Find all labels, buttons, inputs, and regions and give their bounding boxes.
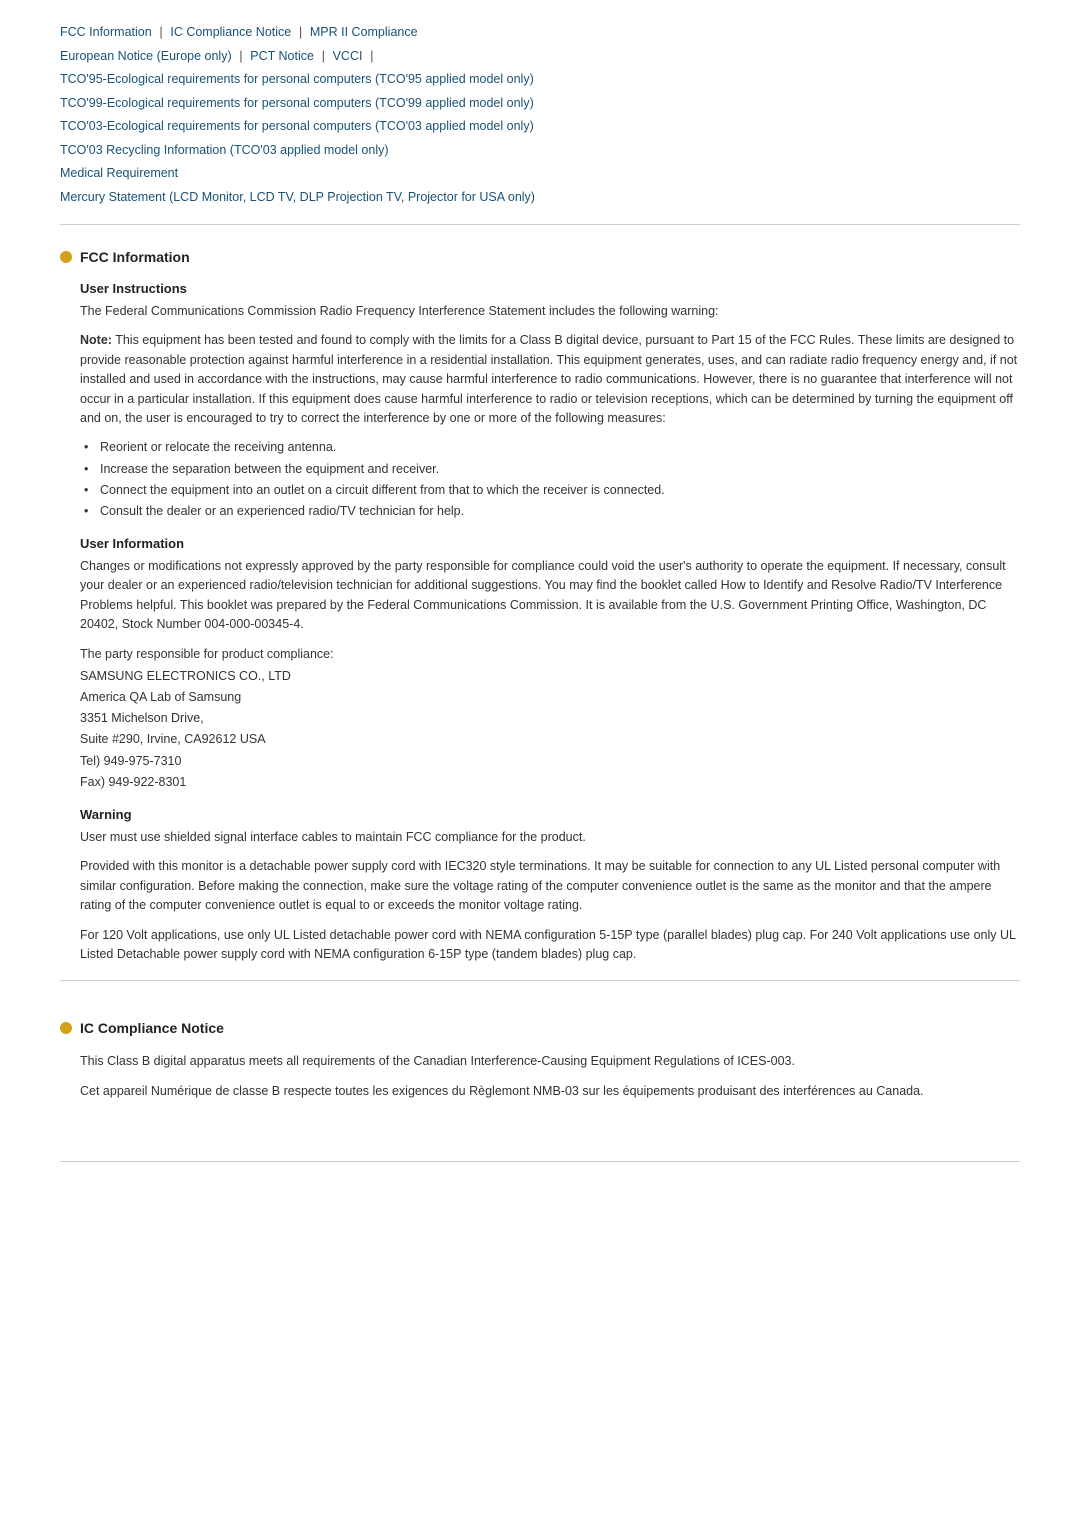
bullet-1: Reorient or relocate the receiving anten…	[84, 438, 1020, 457]
nav-mercury[interactable]: Mercury Statement (LCD Monitor, LCD TV, …	[60, 190, 535, 204]
nav-medical[interactable]: Medical Requirement	[60, 166, 178, 180]
fcc-section-header: FCC Information	[60, 241, 1020, 265]
contact-line-3: 3351 Michelson Drive,	[80, 711, 204, 725]
nav-sep-3: |	[239, 48, 242, 63]
user-information-title: User Information	[80, 536, 1020, 551]
ic-section-title: IC Compliance Notice	[80, 1020, 224, 1036]
nav-vcci[interactable]: VCCI	[333, 49, 363, 63]
user-instructions-subsection: User Instructions The Federal Communicat…	[60, 281, 1020, 522]
contact-line-1: SAMSUNG ELECTRONICS CO., LTD	[80, 669, 291, 683]
ic-para2: Cet appareil Numérique de classe B respe…	[80, 1082, 1020, 1101]
nav-sep-2: |	[299, 24, 302, 39]
bottom-divider	[60, 1161, 1020, 1162]
nav-tco03r[interactable]: TCO'03 Recycling Information (TCO'03 app…	[60, 143, 389, 157]
bullet-2: Increase the separation between the equi…	[84, 460, 1020, 479]
nav-fcc[interactable]: FCC Information	[60, 25, 152, 39]
warning-subsection: Warning User must use shielded signal in…	[60, 807, 1020, 964]
contact-intro: The party responsible for product compli…	[80, 647, 334, 661]
note-text: This equipment has been tested and found…	[80, 333, 1017, 425]
nav-sep-1: |	[159, 24, 162, 39]
contact-line-6: Fax) 949-922-8301	[80, 775, 186, 789]
user-instructions-title: User Instructions	[80, 281, 1020, 296]
user-instructions-note: Note: This equipment has been tested and…	[80, 331, 1020, 428]
fcc-section-title: FCC Information	[80, 249, 190, 265]
contact-block: The party responsible for product compli…	[80, 644, 1020, 793]
nav-mpr[interactable]: MPR II Compliance	[310, 25, 418, 39]
ic-content: This Class B digital apparatus meets all…	[60, 1052, 1020, 1101]
mid-divider	[60, 980, 1020, 981]
ic-para1: This Class B digital apparatus meets all…	[80, 1052, 1020, 1071]
top-divider	[60, 224, 1020, 225]
nav-pct[interactable]: PCT Notice	[250, 49, 314, 63]
warning-text1: User must use shielded signal interface …	[80, 828, 1020, 847]
contact-line-5: Tel) 949-975-7310	[80, 754, 181, 768]
user-information-subsection: User Information Changes or modification…	[60, 536, 1020, 793]
user-instructions-intro: The Federal Communications Commission Ra…	[80, 302, 1020, 321]
ic-section-header: IC Compliance Notice	[60, 1012, 1020, 1036]
note-label: Note:	[80, 333, 112, 347]
nav-sep-4: |	[322, 48, 325, 63]
user-information-text: Changes or modifications not expressly a…	[80, 557, 1020, 635]
fcc-section: FCC Information User Instructions The Fe…	[60, 241, 1020, 964]
contact-line-4: Suite #290, Irvine, CA92612 USA	[80, 732, 266, 746]
contact-line-2: America QA Lab of Samsung	[80, 690, 241, 704]
bullet-4: Consult the dealer or an experienced rad…	[84, 502, 1020, 521]
page-container: FCC Information | IC Compliance Notice |…	[0, 0, 1080, 1198]
user-instructions-bullets: Reorient or relocate the receiving anten…	[80, 438, 1020, 522]
nav-links: FCC Information | IC Compliance Notice |…	[60, 20, 1020, 208]
nav-eu[interactable]: European Notice (Europe only)	[60, 49, 232, 63]
bullet-3: Connect the equipment into an outlet on …	[84, 481, 1020, 500]
warning-text2: Provided with this monitor is a detachab…	[80, 857, 1020, 915]
fcc-section-dot	[60, 251, 72, 263]
nav-tco99[interactable]: TCO'99-Ecological requirements for perso…	[60, 96, 534, 110]
warning-title: Warning	[80, 807, 1020, 822]
ic-section-dot	[60, 1022, 72, 1034]
ic-section: IC Compliance Notice This Class B digita…	[60, 1012, 1020, 1101]
warning-text3: For 120 Volt applications, use only UL L…	[80, 926, 1020, 965]
nav-tco95[interactable]: TCO'95-Ecological requirements for perso…	[60, 72, 534, 86]
nav-sep-5: |	[370, 48, 373, 63]
nav-tco03[interactable]: TCO'03-Ecological requirements for perso…	[60, 119, 534, 133]
nav-ic[interactable]: IC Compliance Notice	[170, 25, 291, 39]
